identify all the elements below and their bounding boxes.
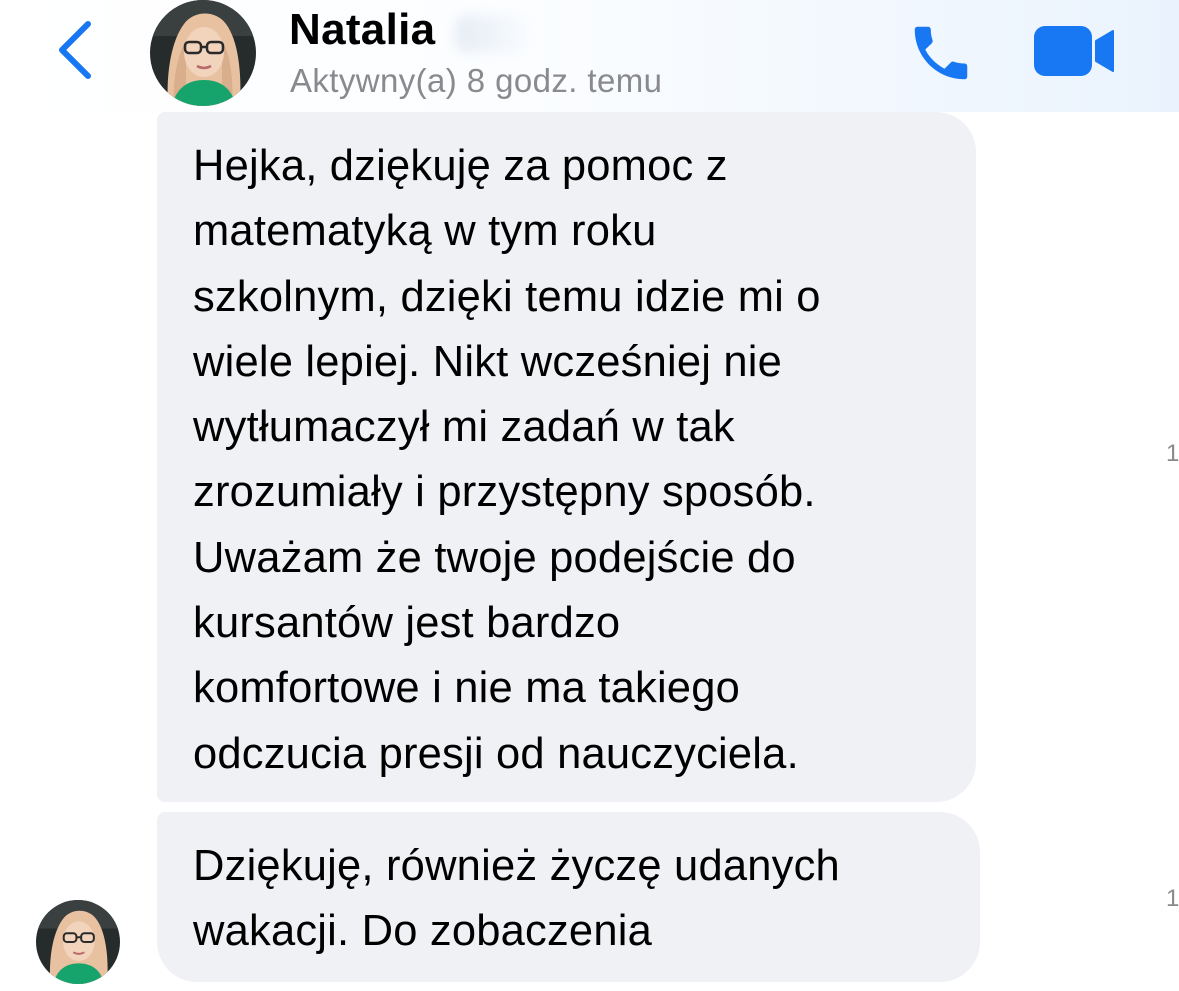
message-bubble[interactable]: Hejka, dziękuję za pomoc z matematyką w … [157,112,976,802]
video-call-button[interactable] [1032,24,1116,78]
phone-icon [914,26,968,80]
back-button[interactable] [50,18,100,82]
message-text: Hejka, dziękuję za pomoc z matematyką w … [193,142,821,778]
message-bubble[interactable]: Dziękuję, również życzę udanych wakacji.… [157,812,980,982]
message-text: Dziękuję, również życzę udanych wakacji.… [193,842,840,956]
redacted-surname [456,16,526,52]
chat-header: Natalia Aktywny(a) 8 godz. temu [0,0,1179,112]
contact-avatar[interactable] [150,0,256,106]
contact-status: Aktywny(a) 8 godz. temu [290,62,663,99]
call-button[interactable] [905,18,977,88]
video-camera-icon [1034,26,1114,76]
message-side-marker: 1 [1166,440,1179,467]
contact-name[interactable]: Natalia [289,4,435,56]
message-side-marker: 1 [1166,885,1179,912]
sender-avatar[interactable] [36,900,120,984]
chevron-left-icon [59,21,91,79]
